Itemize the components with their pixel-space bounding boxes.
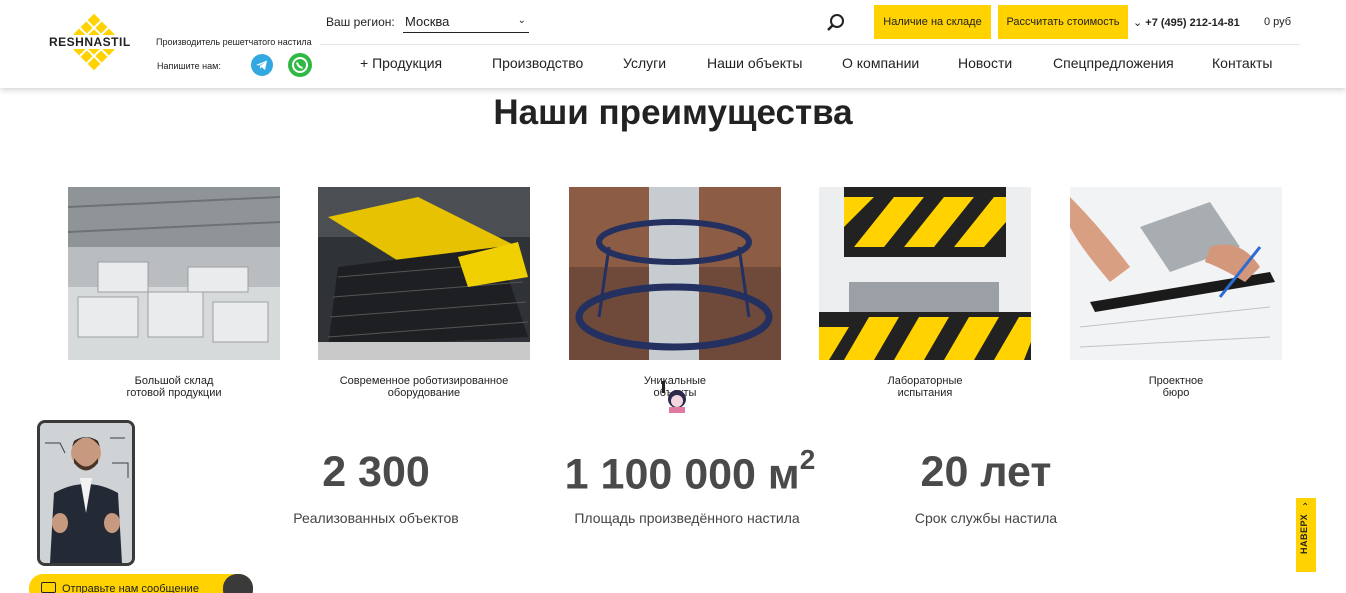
press-test-photo (819, 187, 1031, 360)
section-title: Наши преимущества (493, 93, 853, 132)
chevron-down-icon: ⌄ (517, 15, 526, 26)
nav-item-contacts[interactable]: Контакты (1212, 55, 1272, 71)
mouse-cursor-icon (662, 381, 686, 413)
stat-number: 2 300 (322, 448, 430, 496)
caption-line: бюро (1162, 387, 1190, 399)
calculate-cost-button[interactable]: Рассчитать стоимость (998, 5, 1128, 39)
robot-equipment-photo (318, 187, 530, 360)
search-icon[interactable] (826, 13, 846, 33)
back-to-top-label: НАВЕРХ (1299, 513, 1309, 554)
stat-number-value: 1 100 000 м (564, 450, 800, 499)
nav-item-news[interactable]: Новости (958, 55, 1012, 71)
caption-line: Большой склад (134, 375, 214, 387)
envelope-icon (41, 582, 56, 593)
in-stock-button[interactable]: Наличие на складе (874, 5, 991, 39)
caption-line: Современное роботизированное (339, 375, 509, 387)
send-message-label: Отправьте нам сообщение (62, 583, 199, 593)
stat-label: Реализованных объектов (293, 510, 459, 526)
site-header: RESHNASTIL Производитель решетчатого нас… (0, 0, 1346, 88)
caption-line: Лабораторные (887, 375, 963, 387)
caption-line: Проектное (1148, 375, 1204, 387)
region-value: Москва (405, 14, 450, 29)
card-caption: Современное роботизированное оборудовани… (318, 375, 530, 399)
video-widget[interactable] (37, 420, 135, 566)
nav-item-services[interactable]: Услуги (623, 55, 666, 71)
logo-text[interactable]: RESHNASTIL (48, 35, 132, 49)
stat-label: Срок службы настила (914, 510, 1058, 526)
tagline: Производитель решетчатого настила (156, 37, 312, 47)
card-caption: Большой склад готовой продукции (68, 375, 280, 399)
main-nav: + Продукция Производство Услуги Наши объ… (0, 55, 1346, 75)
header-divider (320, 44, 1300, 45)
card-caption: Проектное бюро (1070, 375, 1282, 399)
back-to-top-button[interactable]: ⌃ НАВЕРХ (1296, 498, 1316, 572)
chevron-up-icon: ⌃ (1301, 502, 1310, 513)
stat-number: 1 100 000 м2 (540, 444, 840, 499)
phone-link[interactable]: ⌄ +7 (495) 212-14-81 (1133, 16, 1240, 29)
caption-line: готовой продукции (126, 387, 222, 399)
phone-number: +7 (495) 212-14-81 (1145, 17, 1240, 29)
unique-objects-photo (569, 187, 781, 360)
region-select[interactable]: Москва ⌄ (403, 11, 529, 33)
caption-line: испытания (897, 387, 953, 399)
nav-item-products[interactable]: + Продукция (360, 55, 442, 71)
nav-item-about[interactable]: О компании (842, 55, 919, 71)
warehouse-photo (68, 187, 280, 360)
stat-number: 20 лет (920, 448, 1052, 496)
caption-line: оборудование (387, 387, 461, 399)
stat-label: Площадь произведённого настила (574, 510, 800, 526)
stat-number-sup: 2 (799, 444, 816, 475)
card-caption: Лабораторные испытания (819, 375, 1031, 399)
cart-total[interactable]: 0 руб (1264, 16, 1291, 28)
nav-item-objects[interactable]: Наши объекты (707, 55, 802, 71)
nav-item-production[interactable]: Производство (492, 55, 583, 71)
nav-item-special-offers[interactable]: Спецпредложения (1053, 55, 1174, 71)
design-bureau-photo (1070, 187, 1282, 360)
chevron-down-icon: ⌄ (1133, 17, 1143, 29)
region-label: Ваш регион: (326, 15, 395, 29)
